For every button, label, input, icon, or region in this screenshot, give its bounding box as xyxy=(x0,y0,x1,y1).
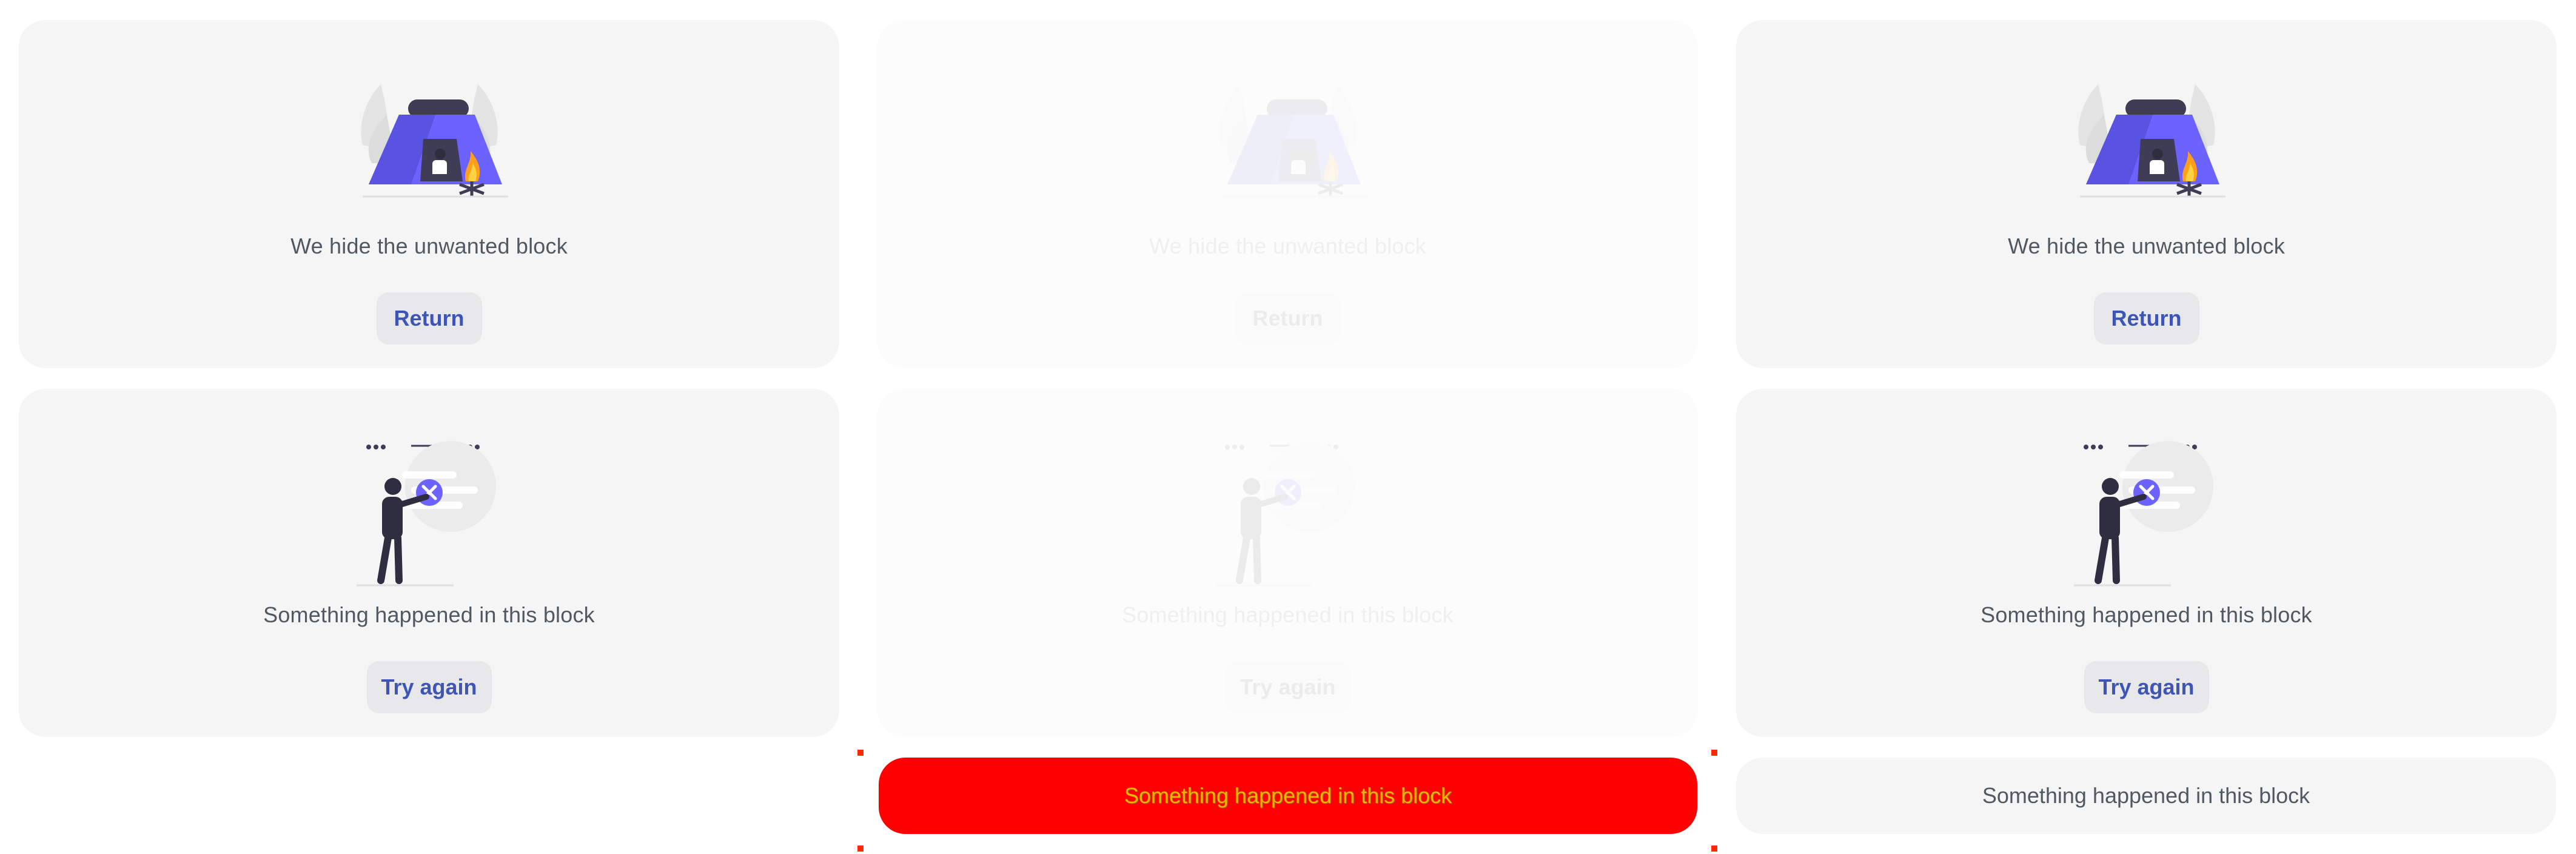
error-block-message-faded: Something happened in this block xyxy=(1122,602,1454,627)
error-block-message: Something happened in this block xyxy=(1981,602,2312,627)
compact-error-card: Something happened in this block xyxy=(1736,758,2556,834)
hidden-block-message: We hide the unwanted block xyxy=(290,234,568,258)
hidden-block-message-faded: We hide the unwanted block xyxy=(1149,234,1426,258)
error-person-illustration xyxy=(2062,429,2232,599)
error-person-illustration-faded xyxy=(1203,429,1373,599)
corner-marker-bl xyxy=(857,846,864,852)
error-block-message: Something happened in this block xyxy=(263,602,595,627)
hidden-block-card-1: We hide the unwanted block Return xyxy=(19,20,839,368)
return-button[interactable]: Return xyxy=(376,292,482,345)
error-block-card-faded: Something happened in this block Try aga… xyxy=(877,389,1698,737)
error-block-card-1: Something happened in this block Try aga… xyxy=(19,389,839,737)
return-button-faded[interactable]: Return xyxy=(1235,292,1341,345)
tent-illustration-faded xyxy=(1203,72,1373,206)
corner-marker-tr xyxy=(1711,750,1717,756)
tent-illustration xyxy=(2062,72,2232,206)
tent-illustration xyxy=(344,72,514,206)
hidden-block-card-3: We hide the unwanted block Return xyxy=(1736,20,2557,368)
try-again-button[interactable]: Try again xyxy=(2084,661,2209,713)
try-again-button-faded[interactable]: Try again xyxy=(1225,661,1350,713)
corner-marker-tl xyxy=(857,750,864,756)
hidden-block-message: We hide the unwanted block xyxy=(2008,234,2285,258)
hidden-block-card-faded: We hide the unwanted block Return xyxy=(877,20,1698,368)
compact-error-message-highlighted: Something happened in this block xyxy=(1124,783,1452,808)
compact-error-card-highlighted[interactable]: Something happened in this block xyxy=(879,758,1697,834)
return-button[interactable]: Return xyxy=(2093,292,2199,345)
compact-error-message: Something happened in this block xyxy=(1982,783,2310,808)
try-again-button[interactable]: Try again xyxy=(366,661,492,713)
corner-marker-br xyxy=(1711,846,1717,852)
error-person-illustration xyxy=(344,429,514,599)
error-block-card-3: Something happened in this block Try aga… xyxy=(1736,389,2557,737)
